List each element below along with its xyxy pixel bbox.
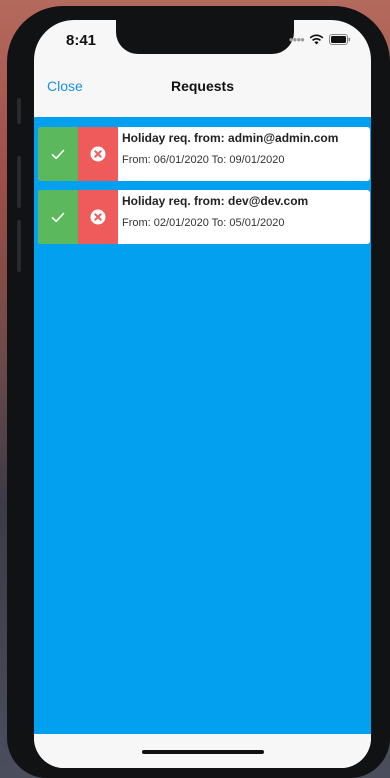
close-button[interactable]: Close [47, 78, 83, 94]
mute-switch [17, 98, 21, 124]
simulator-stage: 8:41 ●●●● Requests Close Holiday req. fr… [0, 0, 390, 778]
request-card: Holiday req. from: admin@admin.com From:… [38, 127, 370, 181]
battery-icon [329, 34, 351, 45]
request-title: Holiday req. from: admin@admin.com [122, 131, 339, 145]
status-icons: ●●●● [289, 34, 351, 45]
phone-screen: 8:41 ●●●● Requests Close Holiday req. fr… [34, 20, 371, 768]
request-dates: From: 06/01/2020 To: 09/01/2020 [122, 154, 285, 166]
reject-button[interactable] [78, 190, 118, 244]
volume-up-button [17, 156, 21, 208]
checkmark-icon [51, 212, 65, 222]
request-details: Holiday req. from: dev@dev.com From: 02/… [118, 190, 370, 244]
request-title: Holiday req. from: dev@dev.com [122, 194, 309, 208]
x-circle-icon [90, 209, 106, 225]
home-indicator[interactable] [142, 750, 264, 754]
bottom-safe-area [34, 734, 371, 768]
approve-button[interactable] [38, 190, 78, 244]
x-circle-icon [90, 146, 106, 162]
page-title: Requests [170, 78, 235, 94]
reject-button[interactable] [78, 127, 118, 181]
request-details: Holiday req. from: admin@admin.com From:… [118, 127, 370, 181]
status-time: 8:41 [66, 32, 97, 49]
checkmark-icon [51, 149, 65, 159]
navigation-bar: Requests Close [34, 64, 371, 117]
signal-icon: ●●●● [288, 35, 305, 44]
request-dates: From: 02/01/2020 To: 05/01/2020 [122, 217, 285, 229]
requests-list: Holiday req. from: admin@admin.com From:… [34, 117, 371, 734]
notch [116, 20, 294, 54]
status-bar: 8:41 ●●●● [34, 20, 371, 64]
approve-button[interactable] [38, 127, 78, 181]
request-card: Holiday req. from: dev@dev.com From: 02/… [38, 190, 370, 244]
volume-down-button [17, 220, 21, 272]
wifi-icon [309, 34, 324, 45]
